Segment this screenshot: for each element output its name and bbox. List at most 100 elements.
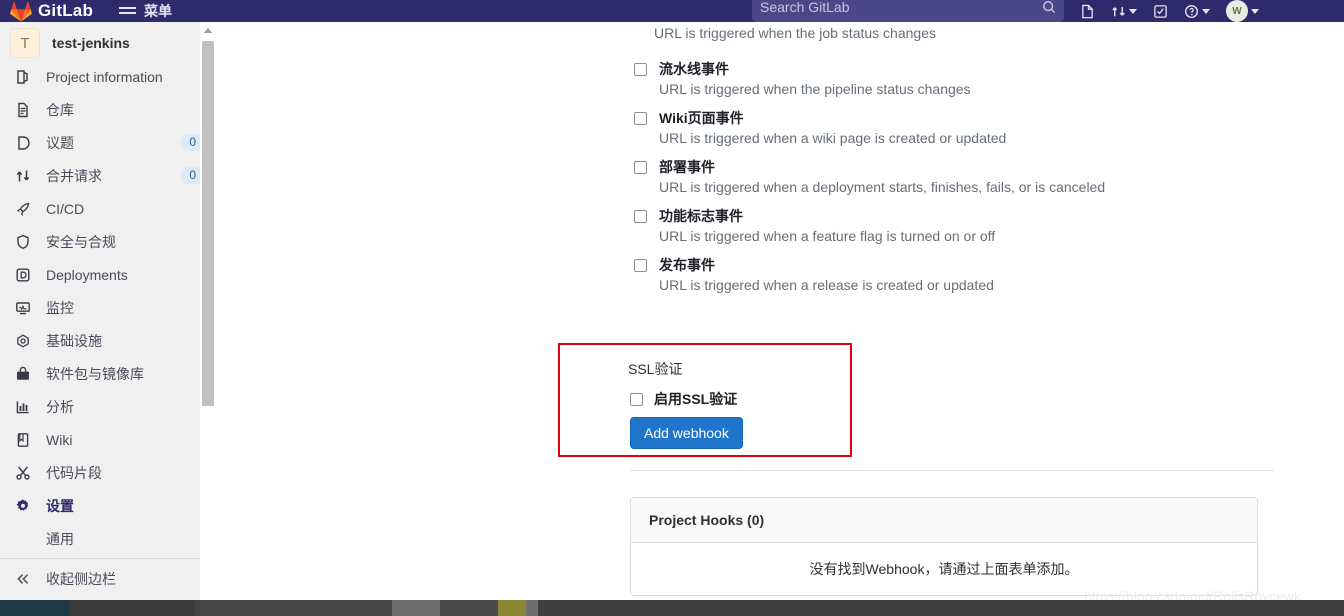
sidebar-subitem-general[interactable]: 通用 (0, 522, 216, 555)
sidebar-label: 软件包与镜像库 (46, 365, 144, 382)
gitlab-brand-text: GitLab (38, 1, 94, 20)
collapse-sidebar-button[interactable]: 收起侧边栏 (0, 562, 216, 595)
event-feature-flag: 功能标志事件 URL is triggered when a feature f… (634, 207, 1274, 244)
project-hooks-header: Project Hooks (0) (631, 498, 1257, 543)
sidebar-item-snippets[interactable]: 代码片段 (0, 456, 216, 489)
sidebar-label: 代码片段 (46, 464, 102, 481)
scroll-up-arrow-icon[interactable] (200, 22, 216, 39)
sidebar-divider (0, 558, 216, 559)
chevron-down-icon (1251, 8, 1259, 14)
search-icon (1042, 0, 1056, 14)
sidebar-item-cicd[interactable]: CI/CD (0, 192, 216, 225)
project-avatar: T (10, 28, 40, 58)
user-menu[interactable]: W (1226, 0, 1259, 22)
sidebar-label: 分析 (46, 398, 74, 415)
taskbar-segment (70, 600, 195, 616)
feature-flag-events-checkbox[interactable] (634, 209, 647, 223)
ssl-verification-row: 启用SSL验证 (630, 389, 737, 409)
add-webhook-button[interactable]: Add webhook (630, 417, 743, 449)
merge-requests-icon[interactable] (1111, 0, 1137, 22)
taskbar-segment (0, 600, 70, 616)
section-divider (630, 470, 1274, 471)
event-title: 发布事件 (659, 257, 715, 273)
taskbar-segment (538, 600, 1344, 616)
infrastructure-cloud-icon (14, 332, 32, 350)
release-events-checkbox[interactable] (634, 258, 647, 272)
taskbar-segment (498, 600, 526, 616)
todos-icon[interactable] (1153, 0, 1168, 22)
monitor-icon (14, 299, 32, 317)
sidebar-label: 安全与合规 (46, 233, 116, 250)
sidebar-item-security-compliance[interactable]: 安全与合规 (0, 225, 216, 258)
chevron-down-icon (1202, 8, 1210, 14)
os-taskbar (0, 600, 1344, 616)
sidebar-item-deployments[interactable]: Deployments (0, 258, 216, 291)
taskbar-segment (526, 600, 538, 616)
event-release: 发布事件 URL is triggered when a release is … (634, 256, 1274, 293)
scrollbar-thumb[interactable] (202, 41, 214, 406)
sidebar-label: 议题 (46, 134, 74, 151)
event-title: 功能标志事件 (659, 208, 743, 224)
package-registry-icon (14, 365, 32, 383)
sidebar-label: Project information (46, 68, 163, 85)
project-sidebar: T test-jenkins Project information 仓库 议题… (0, 22, 216, 600)
search-input[interactable]: Search GitLab (752, 0, 1064, 22)
event-title: 流水线事件 (659, 61, 729, 77)
sidebar-item-project-information[interactable]: Project information (0, 60, 216, 93)
event-title: Wiki页面事件 (659, 110, 744, 126)
event-title: 部署事件 (659, 159, 715, 175)
pipeline-events-checkbox[interactable] (634, 62, 647, 76)
sidebar-item-monitor[interactable]: 监控 (0, 291, 216, 324)
sidebar-item-issues[interactable]: 议题 0 (0, 126, 216, 159)
topbar-icon-group: W (1080, 0, 1259, 22)
search-placeholder: Search GitLab (760, 0, 850, 15)
webhook-settings-content: URL is triggered when the job status cha… (216, 22, 1344, 600)
sidebar-project-header[interactable]: T test-jenkins (0, 26, 216, 60)
sidebar-item-packages-registries[interactable]: 软件包与镜像库 (0, 357, 216, 390)
sidebar-item-wiki[interactable]: Wiki (0, 423, 216, 456)
chevron-down-icon (1129, 8, 1137, 14)
snippets-scissors-icon (14, 464, 32, 482)
event-wiki-page: Wiki页面事件 URL is triggered when a wiki pa… (634, 109, 1274, 146)
sidebar-label: Deployments (46, 266, 128, 283)
deployment-events-checkbox[interactable] (634, 160, 647, 174)
sidebar-sublabel: 通用 (46, 530, 74, 547)
merge-requests-icon (14, 167, 32, 185)
sidebar-label: 仓库 (46, 101, 74, 118)
new-item-icon[interactable] (1080, 0, 1095, 22)
gitlab-logo[interactable]: GitLab (10, 0, 93, 22)
enable-ssl-verification-label: 启用SSL验证 (654, 391, 738, 407)
top-navigation-bar: GitLab 菜单 Search GitLab W (0, 0, 1344, 22)
sidebar-item-merge-requests[interactable]: 合并请求 0 (0, 159, 216, 192)
ssl-verification-heading: SSL验证 (628, 361, 683, 377)
avatar: W (1226, 0, 1248, 22)
sidebar-label: Wiki (46, 431, 73, 448)
sidebar-label: 设置 (46, 497, 74, 514)
taskbar-segment (440, 600, 498, 616)
wiki-book-icon (14, 431, 32, 449)
taskbar-segment (392, 600, 440, 616)
sidebar-scrollbar[interactable] (200, 22, 216, 600)
event-deployment: 部署事件 URL is triggered when a deployment … (634, 158, 1274, 195)
project-information-icon (14, 68, 32, 86)
wiki-page-events-checkbox[interactable] (634, 111, 647, 125)
project-hooks-panel: Project Hooks (0) 没有找到Webhook，请通过上面表单添加。 (630, 497, 1258, 596)
main-menu-label: 菜单 (144, 3, 173, 19)
chevron-double-left-icon (14, 570, 32, 588)
gitlab-tanuki-icon (10, 0, 32, 22)
cicd-icon (14, 200, 32, 218)
settings-gear-icon (14, 497, 32, 515)
sidebar-item-settings[interactable]: 设置 (0, 489, 216, 522)
event-pipeline: 流水线事件 URL is triggered when the pipeline… (634, 60, 1274, 97)
sidebar-item-infrastructure[interactable]: 基础设施 (0, 324, 216, 357)
help-icon[interactable] (1184, 0, 1210, 22)
sidebar-label: 监控 (46, 299, 74, 316)
sidebar-label: 基础设施 (46, 332, 102, 349)
enable-ssl-verification-checkbox[interactable] (630, 392, 643, 406)
deployments-icon (14, 266, 32, 284)
sidebar-item-analytics[interactable]: 分析 (0, 390, 216, 423)
main-menu-button[interactable]: 菜单 (119, 0, 172, 22)
sidebar-item-repository[interactable]: 仓库 (0, 93, 216, 126)
sidebar-label: CI/CD (46, 200, 85, 217)
event-description: URL is triggered when a deployment start… (659, 179, 1106, 195)
